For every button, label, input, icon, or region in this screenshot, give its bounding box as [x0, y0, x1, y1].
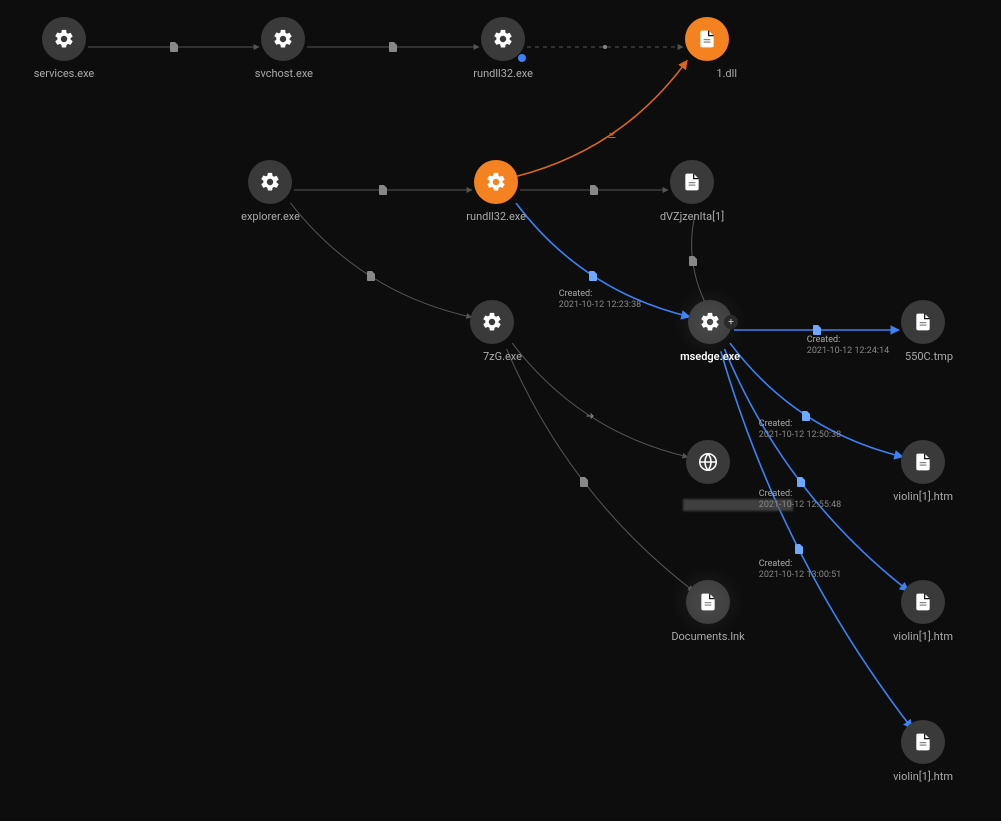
edge-label: Created:2021-10-12 13:00:51	[759, 559, 841, 581]
node-label: svchost.exe	[255, 67, 313, 80]
download-sm-icon	[605, 127, 619, 141]
file-sm-icon	[376, 183, 390, 197]
node-label: rundll32.exe	[466, 210, 526, 223]
node-label: 550C.tmp	[905, 350, 953, 363]
file-sm-icon	[686, 254, 700, 268]
node-label: 1.dll	[716, 67, 737, 80]
node-svchost[interactable]: svchost.exe	[253, 17, 313, 81]
gear-icon	[474, 160, 518, 204]
edge-msedge-violin3[interactable]	[721, 351, 912, 728]
file-icon	[901, 300, 945, 344]
file-sm-icon	[364, 269, 378, 283]
file-sm-icon	[167, 40, 181, 54]
gear-icon	[261, 17, 305, 61]
node-violin1[interactable]: violin[1].htm	[893, 440, 953, 504]
gear-icon	[481, 17, 525, 61]
edge-7zg-globe[interactable]	[512, 343, 688, 457]
file-icon	[686, 580, 730, 624]
edge-label: Created:2021-10-12 12:23:38	[559, 289, 641, 311]
node-documents[interactable]: Documents.lnk	[678, 580, 738, 644]
node-label: violin[1].htm	[893, 490, 953, 503]
edge-label: Created:2021-10-12 12:55:48	[759, 489, 841, 511]
node-globe[interactable]	[678, 440, 738, 503]
edge-explorer-7zg[interactable]	[290, 203, 471, 317]
node-7zg[interactable]: 7zG.exe	[462, 300, 522, 364]
file-icon	[901, 440, 945, 484]
file-sm-icon	[587, 183, 601, 197]
file-sm-icon	[386, 40, 400, 54]
gear-icon	[42, 17, 86, 61]
file-icon	[901, 720, 945, 764]
file-icon	[685, 17, 729, 61]
edge-7zg-documents[interactable]	[507, 349, 694, 591]
node-label: 7zG.exe	[483, 350, 522, 363]
node-rundll32_a[interactable]: rundll32.exe	[473, 17, 533, 81]
node-violin2[interactable]: violin[1].htm	[893, 580, 953, 644]
node-services[interactable]: services.exe	[34, 17, 94, 81]
globe-icon	[686, 440, 730, 484]
node-label: dVZjzenIta[1]	[660, 210, 724, 223]
file-sm-blue-icon	[792, 542, 806, 556]
node-550c[interactable]: 550C.tmp	[893, 300, 953, 364]
node-label: Documents.lnk	[671, 630, 744, 643]
node-explorer[interactable]: explorer.exe	[240, 160, 300, 224]
dash-sm-icon	[598, 40, 612, 54]
edge-msedge-violin2[interactable]	[725, 349, 909, 591]
node-msedge[interactable]: + msedge.exe	[680, 300, 740, 364]
arrow-sm-icon	[583, 409, 597, 423]
file-icon	[670, 160, 714, 204]
node-rundll32_b[interactable]: rundll32.exe	[466, 160, 526, 224]
gear-icon	[248, 160, 292, 204]
node-label: explorer.exe	[241, 210, 300, 223]
node-violin3[interactable]: violin[1].htm	[893, 720, 953, 784]
node-onedll[interactable]: 1.dll	[677, 17, 737, 81]
node-label: rundll32.exe	[473, 67, 533, 80]
node-dvz[interactable]: dVZjzenIta[1]	[662, 160, 722, 224]
graph-canvas	[0, 0, 1001, 821]
file-sm-blue-icon	[794, 475, 808, 489]
file-sm-icon	[577, 475, 591, 489]
node-label: violin[1].htm	[893, 630, 953, 643]
node-label: services.exe	[34, 67, 95, 80]
edge-label: Created:2021-10-12 12:24:14	[807, 335, 889, 357]
file-icon	[901, 580, 945, 624]
edge-label: Created:2021-10-12 12:50:38	[759, 419, 841, 441]
node-label: violin[1].htm	[893, 770, 953, 783]
gear-icon: +	[688, 300, 732, 344]
node-label: msedge.exe	[680, 350, 740, 363]
gear-icon	[470, 300, 514, 344]
file-sm-blue-icon	[586, 269, 600, 283]
